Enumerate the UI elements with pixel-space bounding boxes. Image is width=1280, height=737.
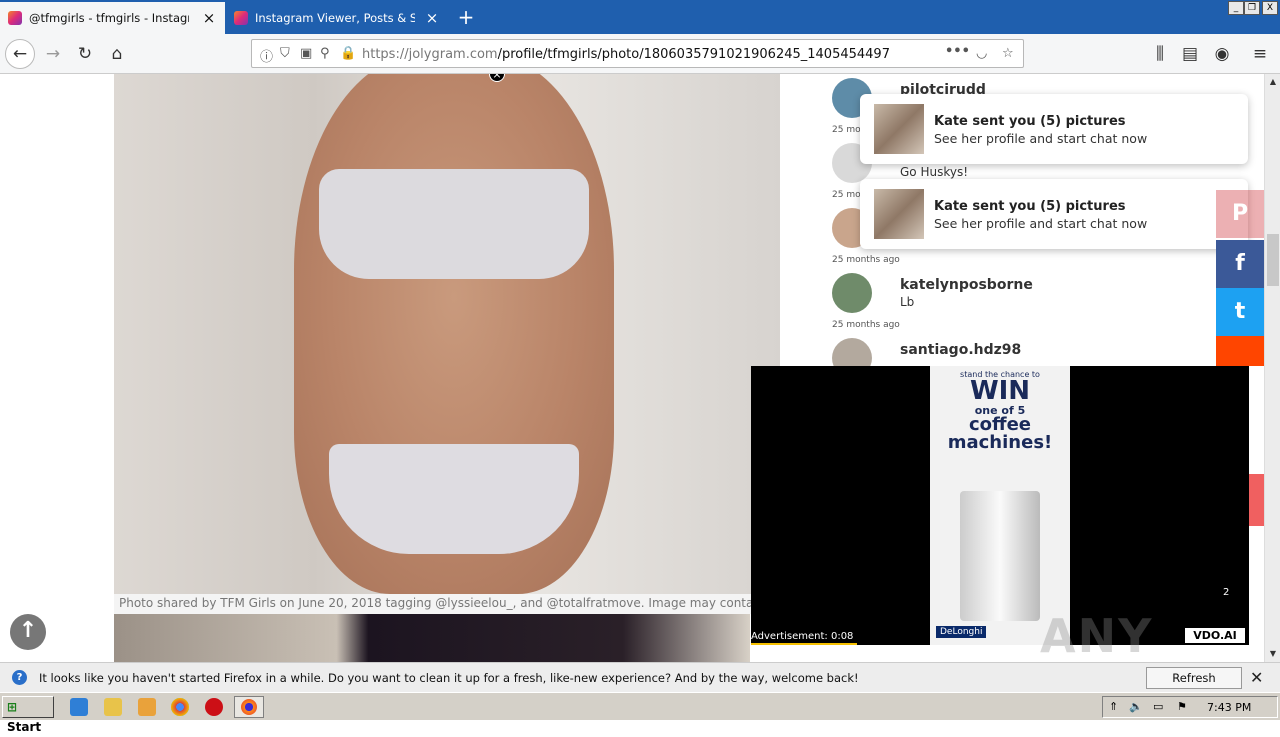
close-tab-icon[interactable]: × <box>201 9 217 27</box>
link-icon[interactable]: ⚲ <box>320 46 330 61</box>
back-button[interactable]: ← <box>5 39 35 69</box>
chrome-icon[interactable] <box>171 698 189 716</box>
vertical-scrollbar[interactable]: ▲ ▼ <box>1264 74 1280 662</box>
comment-text: Lb <box>900 295 915 309</box>
file-explorer-icon[interactable] <box>104 698 122 716</box>
close-notification-icon[interactable]: ✕ <box>1250 668 1263 687</box>
system-tray: ⇑ 🔈 ▭ ⚑ <box>1102 696 1278 718</box>
shield-icon[interactable]: ⛉ <box>280 46 290 61</box>
opera-icon[interactable] <box>205 698 223 716</box>
url-path: /profile/tfmgirls/photo/1806035791021906… <box>497 47 890 62</box>
tab-title: Instagram Viewer, Posts & Story & <box>255 11 415 25</box>
ad-headline-win: WIN <box>969 376 1031 406</box>
scrollbar-thumb[interactable] <box>1267 234 1279 286</box>
action-center-flag-icon[interactable]: ⚑ <box>1177 700 1187 713</box>
photo-caption: Photo shared by TFM Girls on June 20, 20… <box>114 594 754 614</box>
close-tab-icon[interactable]: × <box>424 9 440 27</box>
tab-title: @tfmgirls - tfmgirls - Instagram Po <box>29 11 189 25</box>
comment-username[interactable]: katelynposborne <box>900 277 1033 293</box>
firefox-refresh-notification: ? It looks like you haven't started Fire… <box>0 662 1280 705</box>
permissions-icon[interactable]: ▣ <box>300 46 312 61</box>
restore-button[interactable]: ❐ <box>1244 1 1260 15</box>
scroll-to-top-button[interactable]: ↑ <box>10 614 46 650</box>
photo-garment-top <box>319 169 589 279</box>
reddit-share-button[interactable] <box>1216 336 1264 366</box>
windows-taskbar: ⊞ Start ⇑ 🔈 ▭ ⚑ 7:43 PM <box>0 692 1280 734</box>
chat-notification[interactable]: Kate sent you (5) pictures See her profi… <box>860 94 1248 164</box>
internet-explorer-icon[interactable] <box>70 698 88 716</box>
ad-timer-label: Advertisement: 0:08 <box>751 631 854 642</box>
notification-message: It looks like you haven't started Firefo… <box>39 671 859 685</box>
menu-icon[interactable]: ≡ <box>1246 40 1274 68</box>
photo-garment-bottom <box>329 444 579 554</box>
info-icon[interactable]: ⓘ <box>260 46 273 65</box>
refresh-firefox-button[interactable]: Refresh Firefox… <box>1146 667 1242 705</box>
pinterest-share-button[interactable]: P <box>1216 190 1264 238</box>
info-icon: ? <box>12 670 27 685</box>
scroll-up-icon[interactable]: ▲ <box>1265 74 1280 90</box>
minimize-button[interactable]: _ <box>1228 1 1244 15</box>
ad-creative[interactable]: stand the chance to WIN one of 5 coffee … <box>930 366 1070 645</box>
scroll-down-icon[interactable]: ▼ <box>1265 646 1280 662</box>
ad-brand-logo: DeLonghi <box>936 626 987 638</box>
instagram-favicon-icon <box>234 11 248 25</box>
tab-instagram-viewer[interactable]: Instagram Viewer, Posts & Story & × <box>226 2 448 34</box>
notification-thumbnail <box>874 189 924 239</box>
lock-icon: 🔒 <box>340 46 357 61</box>
twitter-share-button[interactable]: t <box>1216 288 1264 336</box>
comment-username[interactable]: santiago.hdz98 <box>900 342 1021 358</box>
ad-progress-bar <box>751 643 857 645</box>
url-domain: https://jolygram.com <box>362 47 498 62</box>
ad-counter: 2 <box>1223 587 1230 598</box>
post-photo[interactable] <box>114 74 780 594</box>
anyrun-watermark: ANY RUN <box>1040 609 1154 662</box>
account-icon[interactable]: ◉ <box>1208 40 1236 68</box>
notification-subtitle: See her profile and start chat now <box>934 216 1148 231</box>
media-player-icon[interactable] <box>138 698 156 716</box>
bookmark-star-icon[interactable]: ☆ <box>1002 46 1014 61</box>
avatar[interactable] <box>832 273 872 313</box>
comment-time: 25 months ago <box>832 320 900 330</box>
next-post-photo[interactable] <box>114 614 750 662</box>
coffee-machine-image <box>960 491 1040 621</box>
video-advertisement[interactable]: stand the chance to WIN one of 5 coffee … <box>751 366 1249 645</box>
firefox-taskbar-button[interactable] <box>234 696 264 718</box>
page-actions-icon[interactable]: ••• <box>945 44 970 59</box>
start-label: Start <box>7 720 42 734</box>
comment-time: 25 months ago <box>832 255 900 265</box>
new-tab-button[interactable]: + <box>455 5 477 29</box>
start-button[interactable]: ⊞ Start <box>2 696 54 734</box>
network-icon[interactable]: ▭ <box>1153 700 1163 713</box>
sidebar-icon[interactable]: ▤ <box>1176 40 1204 68</box>
taskbar-clock[interactable]: 7:43 PM <box>1207 701 1251 714</box>
tab-strip: @tfmgirls - tfmgirls - Instagram Po × In… <box>0 0 1280 34</box>
chat-notification[interactable]: Kate sent you (5) pictures See her profi… <box>860 179 1248 249</box>
volume-icon[interactable]: 🔈 <box>1129 700 1143 713</box>
notification-title: Kate sent you (5) pictures <box>934 199 1126 214</box>
facebook-share-button[interactable]: f <box>1216 240 1264 288</box>
windows-logo-icon: ⊞ <box>7 700 18 714</box>
notification-subtitle: See her profile and start chat now <box>934 131 1148 146</box>
tab-tfmgirls[interactable]: @tfmgirls - tfmgirls - Instagram Po × <box>0 2 225 34</box>
tray-expand-icon[interactable]: ⇑ <box>1109 700 1118 713</box>
comment-text: Go Huskys! <box>900 165 969 179</box>
forward-button[interactable]: → <box>39 40 67 68</box>
home-button[interactable]: ⌂ <box>103 40 131 68</box>
firefox-icon <box>241 699 257 715</box>
notification-title: Kate sent you (5) pictures <box>934 114 1126 129</box>
url-text[interactable]: https://jolygram.com/profile/tfmgirls/ph… <box>362 47 890 62</box>
reload-button[interactable]: ↻ <box>71 40 99 68</box>
notification-thumbnail <box>874 104 924 154</box>
pocket-icon[interactable]: ◡ <box>976 46 987 61</box>
url-bar[interactable]: ⓘ ⛉ ▣ ⚲ 🔒 https://jolygram.com/profile/t… <box>251 39 1024 68</box>
page-content: Photo shared by TFM Girls on June 20, 20… <box>0 74 1264 662</box>
close-window-button[interactable]: X <box>1262 1 1278 15</box>
library-icon[interactable]: ⫼ <box>1146 40 1174 68</box>
ad-headline-main: coffee machines! <box>947 414 1053 453</box>
instagram-favicon-icon <box>8 11 22 25</box>
navigation-toolbar: ← → ↻ ⌂ ⓘ ⛉ ▣ ⚲ 🔒 https://jolygram.com/p… <box>0 34 1280 74</box>
